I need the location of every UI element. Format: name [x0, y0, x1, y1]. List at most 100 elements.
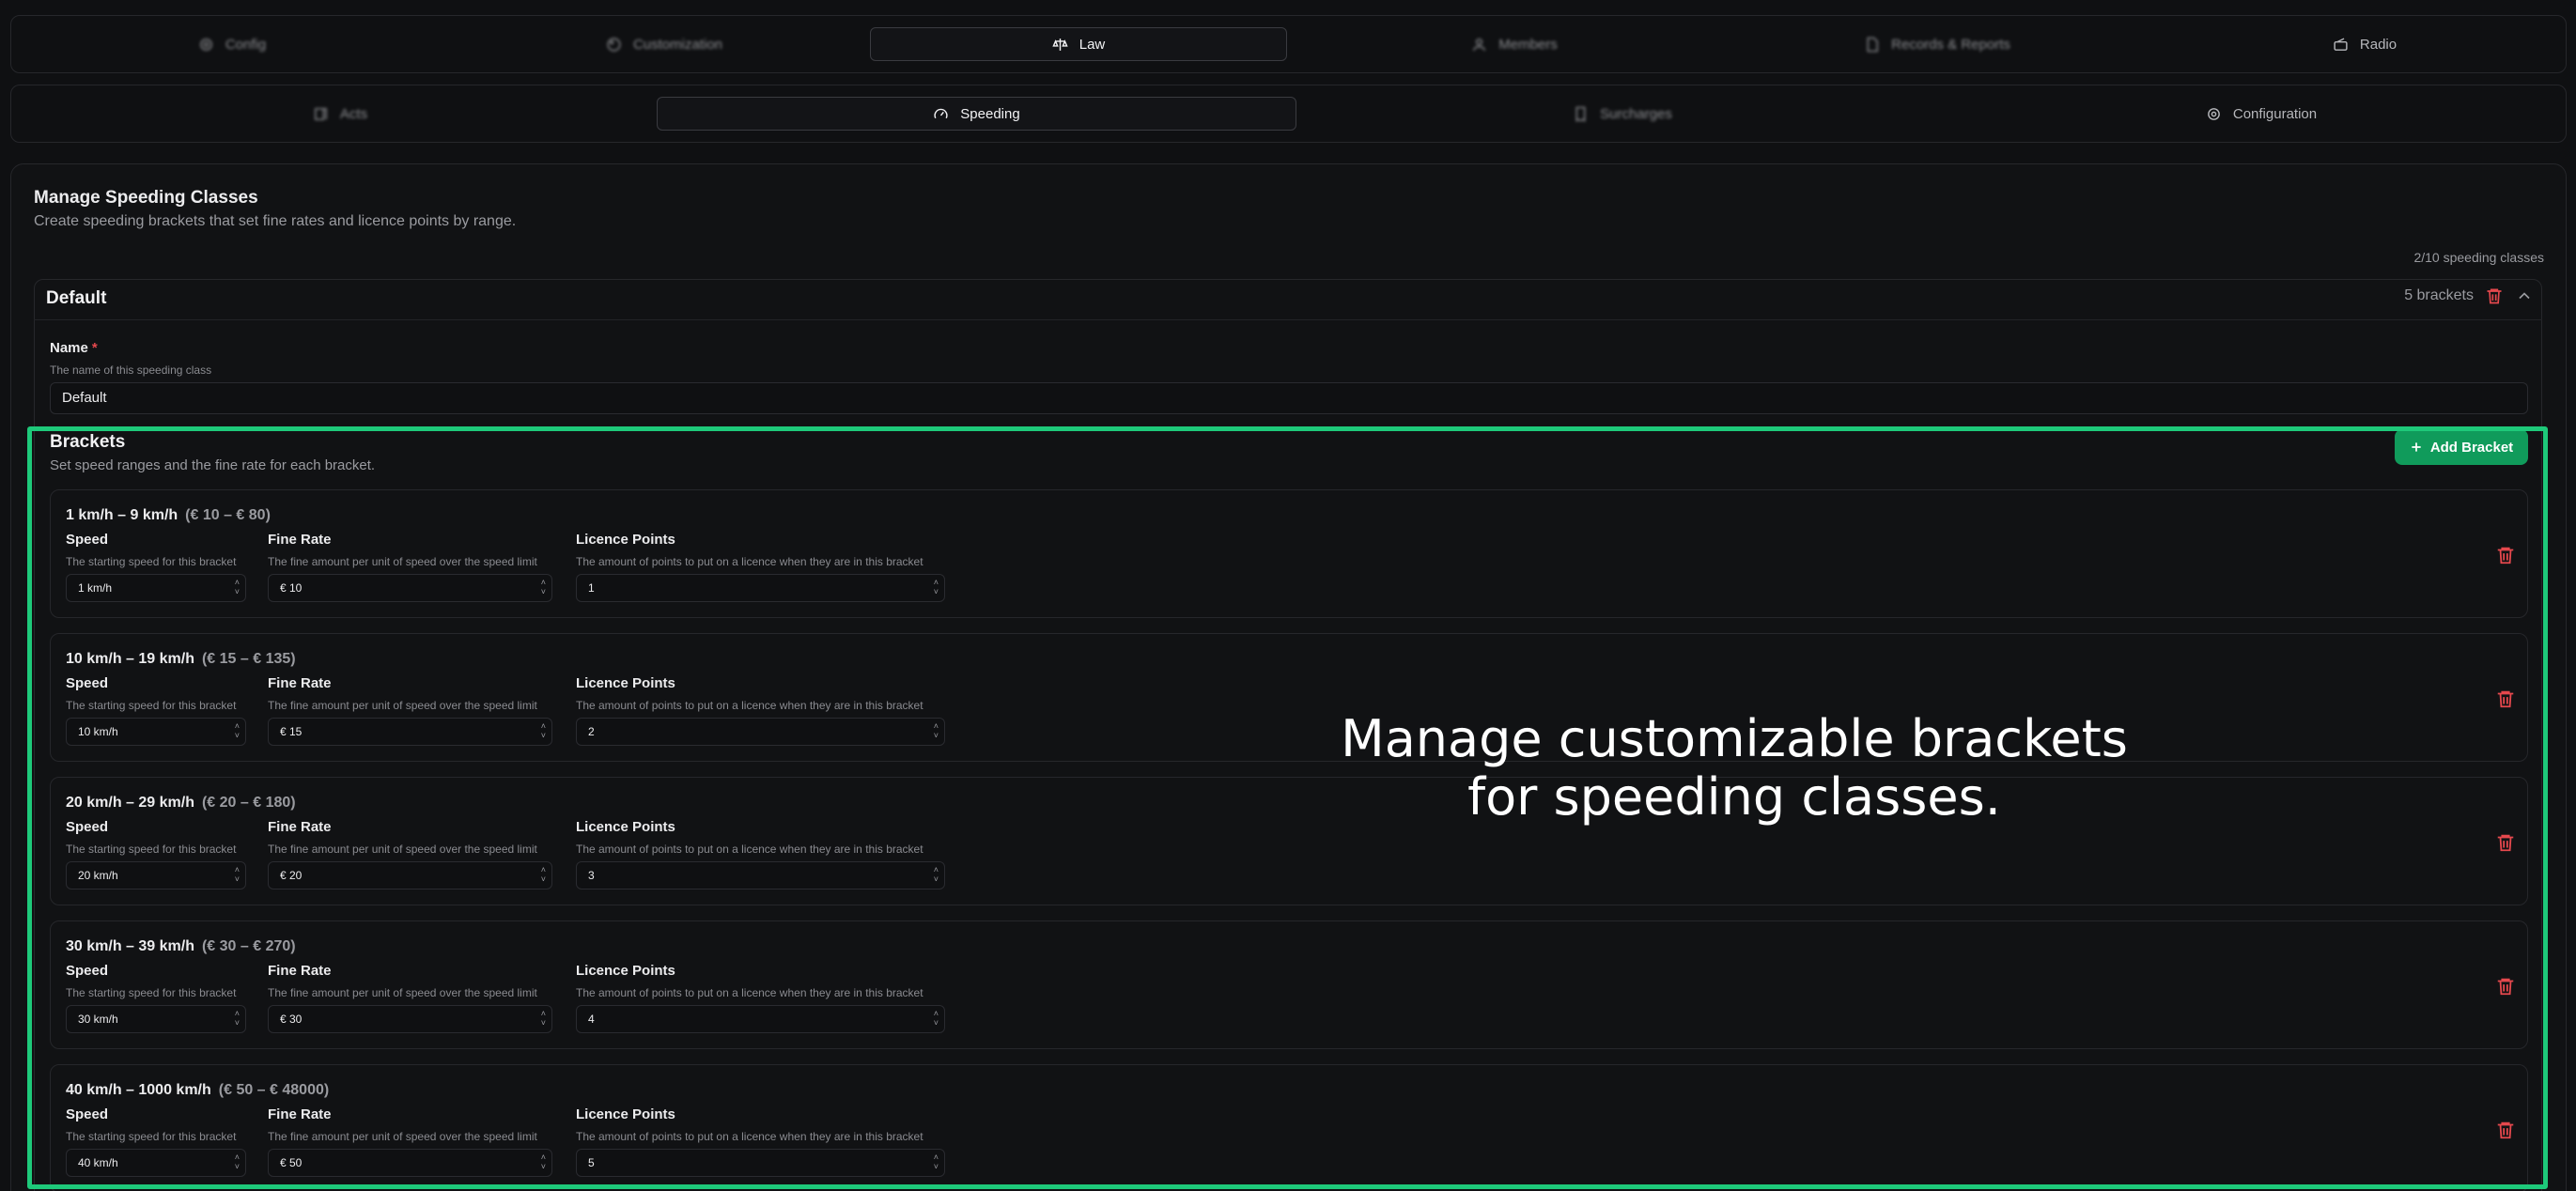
bracket-title: 20 km/h – 29 km/h (€ 20 – € 180) [66, 795, 296, 811]
fine-rate-input[interactable]: € 15 ˄ ˅ [268, 718, 552, 746]
licence-points-field: Licence Points The amount of points to p… [576, 1106, 945, 1177]
speed-label: Speed [66, 1106, 109, 1122]
fine-rate-label: Fine Rate [268, 532, 332, 548]
speed-description: The starting speed for this bracket [66, 843, 237, 856]
stepper-icon[interactable]: ˄ ˅ [934, 1009, 939, 1028]
stepper-icon[interactable]: ˄ ˅ [235, 721, 240, 740]
speed-field: Speed The starting speed for this bracke… [66, 1106, 246, 1177]
speed-description: The starting speed for this bracket [66, 699, 237, 712]
speed-label: Speed [66, 819, 109, 835]
licence-points-input[interactable]: 2 ˄ ˅ [576, 718, 945, 746]
speed-description: The starting speed for this bracket [66, 555, 237, 568]
tab-surcharges-label: Surcharges [1600, 105, 1672, 122]
licence-points-input[interactable]: 3 ˄ ˅ [576, 861, 945, 889]
speed-input[interactable]: 20 km/h ˄ ˅ [66, 861, 246, 889]
trash-icon [2497, 1121, 2514, 1139]
tab-law[interactable]: Law [870, 27, 1287, 61]
tab-configuration[interactable]: Configuration [1937, 97, 2576, 131]
stepper-icon[interactable]: ˄ ˅ [934, 721, 939, 740]
fine-rate-field: Fine Rate The fine amount per unit of sp… [268, 532, 552, 602]
tab-config[interactable]: Config [11, 27, 453, 61]
stepper-icon[interactable]: ˄ ˅ [541, 1152, 546, 1171]
delete-bracket-button[interactable] [2495, 832, 2516, 853]
bracket-title: 30 km/h – 39 km/h (€ 30 – € 270) [66, 938, 296, 954]
tab-records-reports-label: Records & Reports [1891, 36, 2010, 53]
licence-points-input[interactable]: 1 ˄ ˅ [576, 574, 945, 602]
licence-points-description: The amount of points to put on a licence… [576, 843, 923, 856]
delete-bracket-button[interactable] [2495, 1120, 2516, 1140]
name-field-description: The name of this speeding class [50, 363, 212, 377]
book-icon [315, 107, 327, 120]
tab-surcharges[interactable]: Surcharges [1298, 97, 1947, 131]
stepper-icon[interactable]: ˄ ˅ [934, 578, 939, 596]
stepper-icon[interactable]: ˄ ˅ [235, 865, 240, 884]
class-divider [34, 319, 2542, 320]
tab-speeding[interactable]: Speeding [657, 97, 1296, 131]
speed-field: Speed The starting speed for this bracke… [66, 819, 246, 889]
document-icon [1867, 37, 1879, 52]
fine-rate-input[interactable]: € 30 ˄ ˅ [268, 1005, 552, 1033]
trash-icon [2497, 547, 2514, 565]
scale-icon [1052, 38, 1068, 51]
licence-points-label: Licence Points [576, 532, 675, 548]
delete-bracket-button[interactable] [2495, 976, 2516, 997]
class-header-actions: 5 brackets [2404, 286, 2534, 305]
speed-input[interactable]: 30 km/h ˄ ˅ [66, 1005, 246, 1033]
fine-rate-description: The fine amount per unit of speed over t… [268, 555, 537, 568]
stepper-icon[interactable]: ˄ ˅ [541, 865, 546, 884]
tab-law-label: Law [1079, 36, 1106, 53]
add-bracket-label: Add Bracket [2429, 439, 2514, 456]
licence-points-label: Licence Points [576, 675, 675, 691]
fine-rate-description: The fine amount per unit of speed over t… [268, 699, 537, 712]
trash-icon[interactable] [2485, 286, 2504, 305]
fine-rate-label: Fine Rate [268, 675, 332, 691]
fine-rate-description: The fine amount per unit of speed over t… [268, 986, 537, 999]
licence-points-input[interactable]: 4 ˄ ˅ [576, 1005, 945, 1033]
speed-input[interactable]: 10 km/h ˄ ˅ [66, 718, 246, 746]
speed-label: Speed [66, 963, 109, 979]
speed-input[interactable]: 1 km/h ˄ ˅ [66, 574, 246, 602]
stepper-icon[interactable]: ˄ ˅ [541, 1009, 546, 1028]
tab-acts[interactable]: Acts [11, 97, 669, 131]
bracket-fine-range: (€ 10 – € 80) [185, 507, 271, 523]
speed-description: The starting speed for this bracket [66, 986, 237, 999]
fine-rate-field: Fine Rate The fine amount per unit of sp… [268, 819, 552, 889]
stepper-icon[interactable]: ˄ ˅ [235, 578, 240, 596]
fine-rate-input[interactable]: € 20 ˄ ˅ [268, 861, 552, 889]
bracket-fine-range: (€ 50 – € 48000) [218, 1082, 330, 1098]
stepper-icon[interactable]: ˄ ˅ [235, 1152, 240, 1171]
class-name-heading[interactable]: Default [46, 288, 106, 309]
tab-members[interactable]: Members [1294, 27, 1735, 61]
main-nav: Config Customization Law Members Records… [10, 15, 2567, 73]
tab-customization-label: Customization [632, 36, 723, 53]
stepper-icon[interactable]: ˄ ˅ [541, 578, 546, 596]
palette-icon [607, 37, 621, 52]
stepper-icon[interactable]: ˄ ˅ [541, 721, 546, 740]
tab-members-label: Members [1498, 36, 1558, 53]
receipt-icon [1575, 106, 1586, 122]
licence-points-label: Licence Points [576, 819, 675, 835]
radio-icon [2334, 37, 2348, 51]
stepper-icon[interactable]: ˄ ˅ [235, 1009, 240, 1028]
tab-records-reports[interactable]: Records & Reports [1716, 27, 2158, 61]
name-input[interactable]: Default [50, 382, 2528, 414]
tab-radio[interactable]: Radio [2144, 27, 2576, 61]
trash-icon [2497, 978, 2514, 996]
stepper-icon[interactable]: ˄ ˅ [934, 1152, 939, 1171]
licence-points-input[interactable]: 5 ˄ ˅ [576, 1149, 945, 1177]
add-bracket-button[interactable]: Add Bracket [2395, 429, 2528, 465]
speed-input[interactable]: 40 km/h ˄ ˅ [66, 1149, 246, 1177]
fine-rate-input[interactable]: € 10 ˄ ˅ [268, 574, 552, 602]
promo-caption-line2: for speeding classes. [1467, 767, 2001, 827]
chevron-up-icon[interactable] [2515, 286, 2534, 305]
trash-icon [2497, 690, 2514, 708]
delete-bracket-button[interactable] [2495, 545, 2516, 565]
tab-configuration-label: Configuration [2232, 105, 2318, 122]
bracket-title: 10 km/h – 19 km/h (€ 15 – € 135) [66, 651, 296, 667]
tab-customization[interactable]: Customization [443, 27, 885, 61]
bracket-card: 40 km/h – 1000 km/h (€ 50 – € 48000) Spee… [50, 1064, 2528, 1191]
delete-bracket-button[interactable] [2495, 688, 2516, 709]
stepper-icon[interactable]: ˄ ˅ [934, 865, 939, 884]
fine-rate-description: The fine amount per unit of speed over t… [268, 843, 537, 856]
fine-rate-input[interactable]: € 50 ˄ ˅ [268, 1149, 552, 1177]
